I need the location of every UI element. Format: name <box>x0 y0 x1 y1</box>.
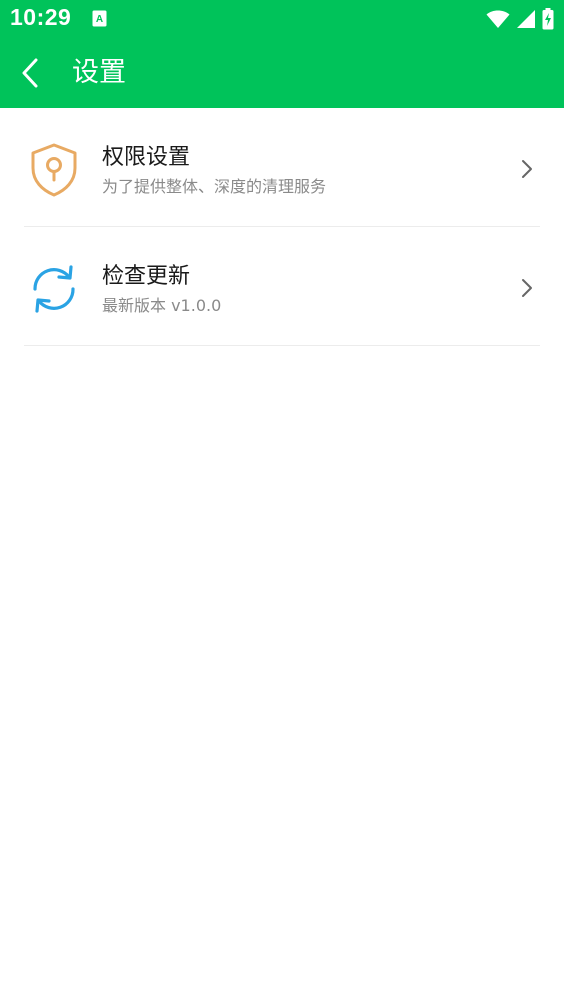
item-subtitle: 最新版本 v1.0.0 <box>102 296 222 315</box>
settings-list: 权限设置 为了提供整体、深度的清理服务 检查更新 最新版本 v1.0.0 <box>0 108 564 346</box>
battery-charging-icon <box>542 8 554 30</box>
divider <box>24 345 540 346</box>
settings-item-permissions[interactable]: 权限设置 为了提供整体、深度的清理服务 <box>0 108 564 227</box>
page-title: 设置 <box>72 57 126 88</box>
wifi-icon <box>486 10 510 28</box>
chevron-right-icon <box>522 279 532 297</box>
status-icons <box>486 8 554 30</box>
a-keyboard-icon: A <box>92 10 107 27</box>
shield-lock-icon <box>31 143 77 197</box>
status-bar: 10:29 A <box>0 0 564 38</box>
svg-text:A: A <box>96 14 103 25</box>
item-title: 检查更新 <box>102 264 191 289</box>
item-subtitle: 为了提供整体、深度的清理服务 <box>102 177 327 196</box>
chevron-right-icon <box>522 160 532 178</box>
item-icon-container <box>26 142 82 198</box>
item-title: 权限设置 <box>102 145 191 170</box>
settings-screen: 10:29 A 设置 权限设置 为了提供整体、深度的清理服务 检查更新 最新版本… <box>0 0 564 1004</box>
signal-icon <box>517 10 535 28</box>
status-time: 10:29 <box>10 4 72 30</box>
chevron-left-icon <box>22 58 38 88</box>
item-icon-container <box>26 261 82 317</box>
app-bar: 设置 <box>0 38 564 108</box>
refresh-icon <box>33 265 75 313</box>
settings-item-check-update[interactable]: 检查更新 最新版本 v1.0.0 <box>0 227 564 346</box>
back-button[interactable] <box>10 52 50 94</box>
